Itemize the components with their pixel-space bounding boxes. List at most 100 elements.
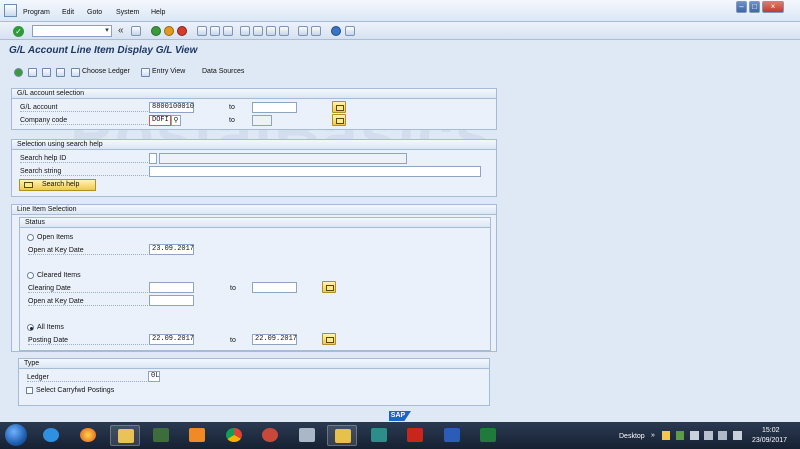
flag-icon[interactable] [676,431,684,440]
to-label: to [230,285,236,292]
search-icon[interactable]: ⚲ [171,115,181,126]
search-help-button[interactable]: Search help [19,179,96,191]
status-group: Status Open Items Open at Key Date 23.09… [19,217,491,351]
first-page-icon[interactable] [240,26,250,36]
menu-goto[interactable]: Goto [87,9,102,16]
choose-ledger-button[interactable]: Choose Ledger [82,68,130,75]
media-player-icon[interactable] [182,425,212,446]
search-help-icon [24,182,33,188]
last-page-icon[interactable] [279,26,289,36]
excel-icon[interactable] [473,425,503,446]
entry-view-button[interactable]: Entry View [152,68,185,75]
help-icon[interactable] [331,26,341,36]
gl-account-from-field[interactable]: 8800100010 [149,102,194,113]
to-label: to [230,337,236,344]
minimize-icon[interactable]: – [736,1,747,13]
find-icon[interactable] [210,26,220,36]
multiple-selection-icon[interactable] [332,101,346,113]
sap-logon-icon[interactable] [327,425,357,446]
clock-date[interactable]: 23/09/2017 [752,437,787,444]
carryfwd-checkbox[interactable] [26,387,33,394]
battery-icon[interactable] [718,431,727,440]
security-icon[interactable] [662,431,670,440]
clearing-date-from-field[interactable] [149,282,194,293]
cleared-items-radio[interactable] [27,272,34,279]
posting-date-label: Posting Date [28,337,148,345]
choose-ledger-icon[interactable] [71,68,80,77]
snipping-tool-icon[interactable] [255,425,285,446]
word-icon[interactable] [437,425,467,446]
menu-system[interactable]: System [116,9,139,16]
gl-account-label: G/L account [20,104,148,112]
firefox-icon[interactable] [73,425,103,446]
close-icon[interactable]: × [762,1,784,13]
search-string-input[interactable] [149,166,481,177]
multiple-selection-icon[interactable] [332,114,346,126]
chrome-icon[interactable] [219,425,249,446]
cleared-key-date-field[interactable] [149,295,194,306]
desktop-label[interactable]: Desktop [619,433,645,440]
back-icon[interactable] [151,26,161,36]
all-items-radio[interactable] [27,324,34,331]
data-sources-button[interactable]: Data Sources [202,68,244,75]
clearing-date-to-field[interactable] [252,282,297,293]
save-icon[interactable] [131,26,141,36]
open-items-radio[interactable] [27,234,34,241]
dynamic-selections-icon[interactable] [42,68,51,77]
clock-time[interactable]: 15:02 [762,427,780,434]
next-page-icon[interactable] [266,26,276,36]
maximize-icon[interactable]: □ [749,1,760,13]
calculator-icon[interactable] [292,425,322,446]
volume-icon[interactable] [733,431,742,440]
menu-program[interactable]: Program [23,9,50,16]
shortcut-icon[interactable] [311,26,321,36]
get-variant-icon[interactable] [28,68,37,77]
start-button-icon[interactable] [5,424,27,446]
open-key-date-field[interactable]: 23.09.2017 [149,244,194,255]
network-icon[interactable] [690,431,699,440]
menu-edit[interactable]: Edit [62,9,74,16]
line-item-selection-group: Line Item Selection Status Open Items Op… [11,204,497,352]
type-group: Type Ledger 0L Select Carryfwd Postings [18,358,490,406]
multiple-selection-icon[interactable] [322,281,336,293]
to-label: to [229,104,235,111]
clearing-date-label: Clearing Date [28,285,148,293]
search-help-id-short-field[interactable] [149,153,157,164]
company-code-to-field[interactable] [252,115,272,126]
back-history-icon[interactable]: « [118,25,124,36]
ledger-label: Ledger [27,374,147,382]
search-string-label: Search string [20,168,148,176]
previous-page-icon[interactable] [253,26,263,36]
sap-window-icon[interactable] [4,4,17,17]
group-title: Selection using search help [12,140,496,150]
layout-settings-icon[interactable] [345,26,355,36]
gl-account-to-field[interactable] [252,102,297,113]
company-code-from-field[interactable]: DOFI [149,115,171,126]
sap-gui-icon[interactable] [146,425,176,446]
monitor-icon[interactable] [704,431,713,440]
exit-icon[interactable] [164,26,174,36]
command-field[interactable] [32,25,112,37]
multiple-selection-icon[interactable] [322,333,336,345]
ca-icon[interactable] [364,425,394,446]
execute-icon[interactable] [14,68,23,77]
enter-icon[interactable]: ✓ [13,26,24,37]
cleared-items-label: Cleared Items [37,272,81,279]
posting-date-to-field[interactable]: 22.09.2017 [252,334,297,345]
ledger-field[interactable]: 0L [148,371,160,382]
find-next-icon[interactable] [223,26,233,36]
show-hidden-icons-icon[interactable]: » [651,432,655,439]
posting-date-from-field[interactable]: 22.09.2017 [149,334,194,345]
chevron-down-icon[interactable]: ▾ [102,25,112,37]
page-title: G/L Account Line Item Display G/L View [9,45,198,56]
menu-help[interactable]: Help [151,9,165,16]
cancel-icon[interactable] [177,26,187,36]
entry-view-icon[interactable] [141,68,150,77]
acrobat-icon[interactable] [400,425,430,446]
explorer-icon[interactable] [110,425,140,446]
new-session-icon[interactable] [298,26,308,36]
ie-icon[interactable] [36,425,66,446]
print-icon[interactable] [197,26,207,36]
list-icon[interactable] [56,68,65,77]
gl-account-selection-group: G/L account selection G/L account 880010… [11,88,497,130]
